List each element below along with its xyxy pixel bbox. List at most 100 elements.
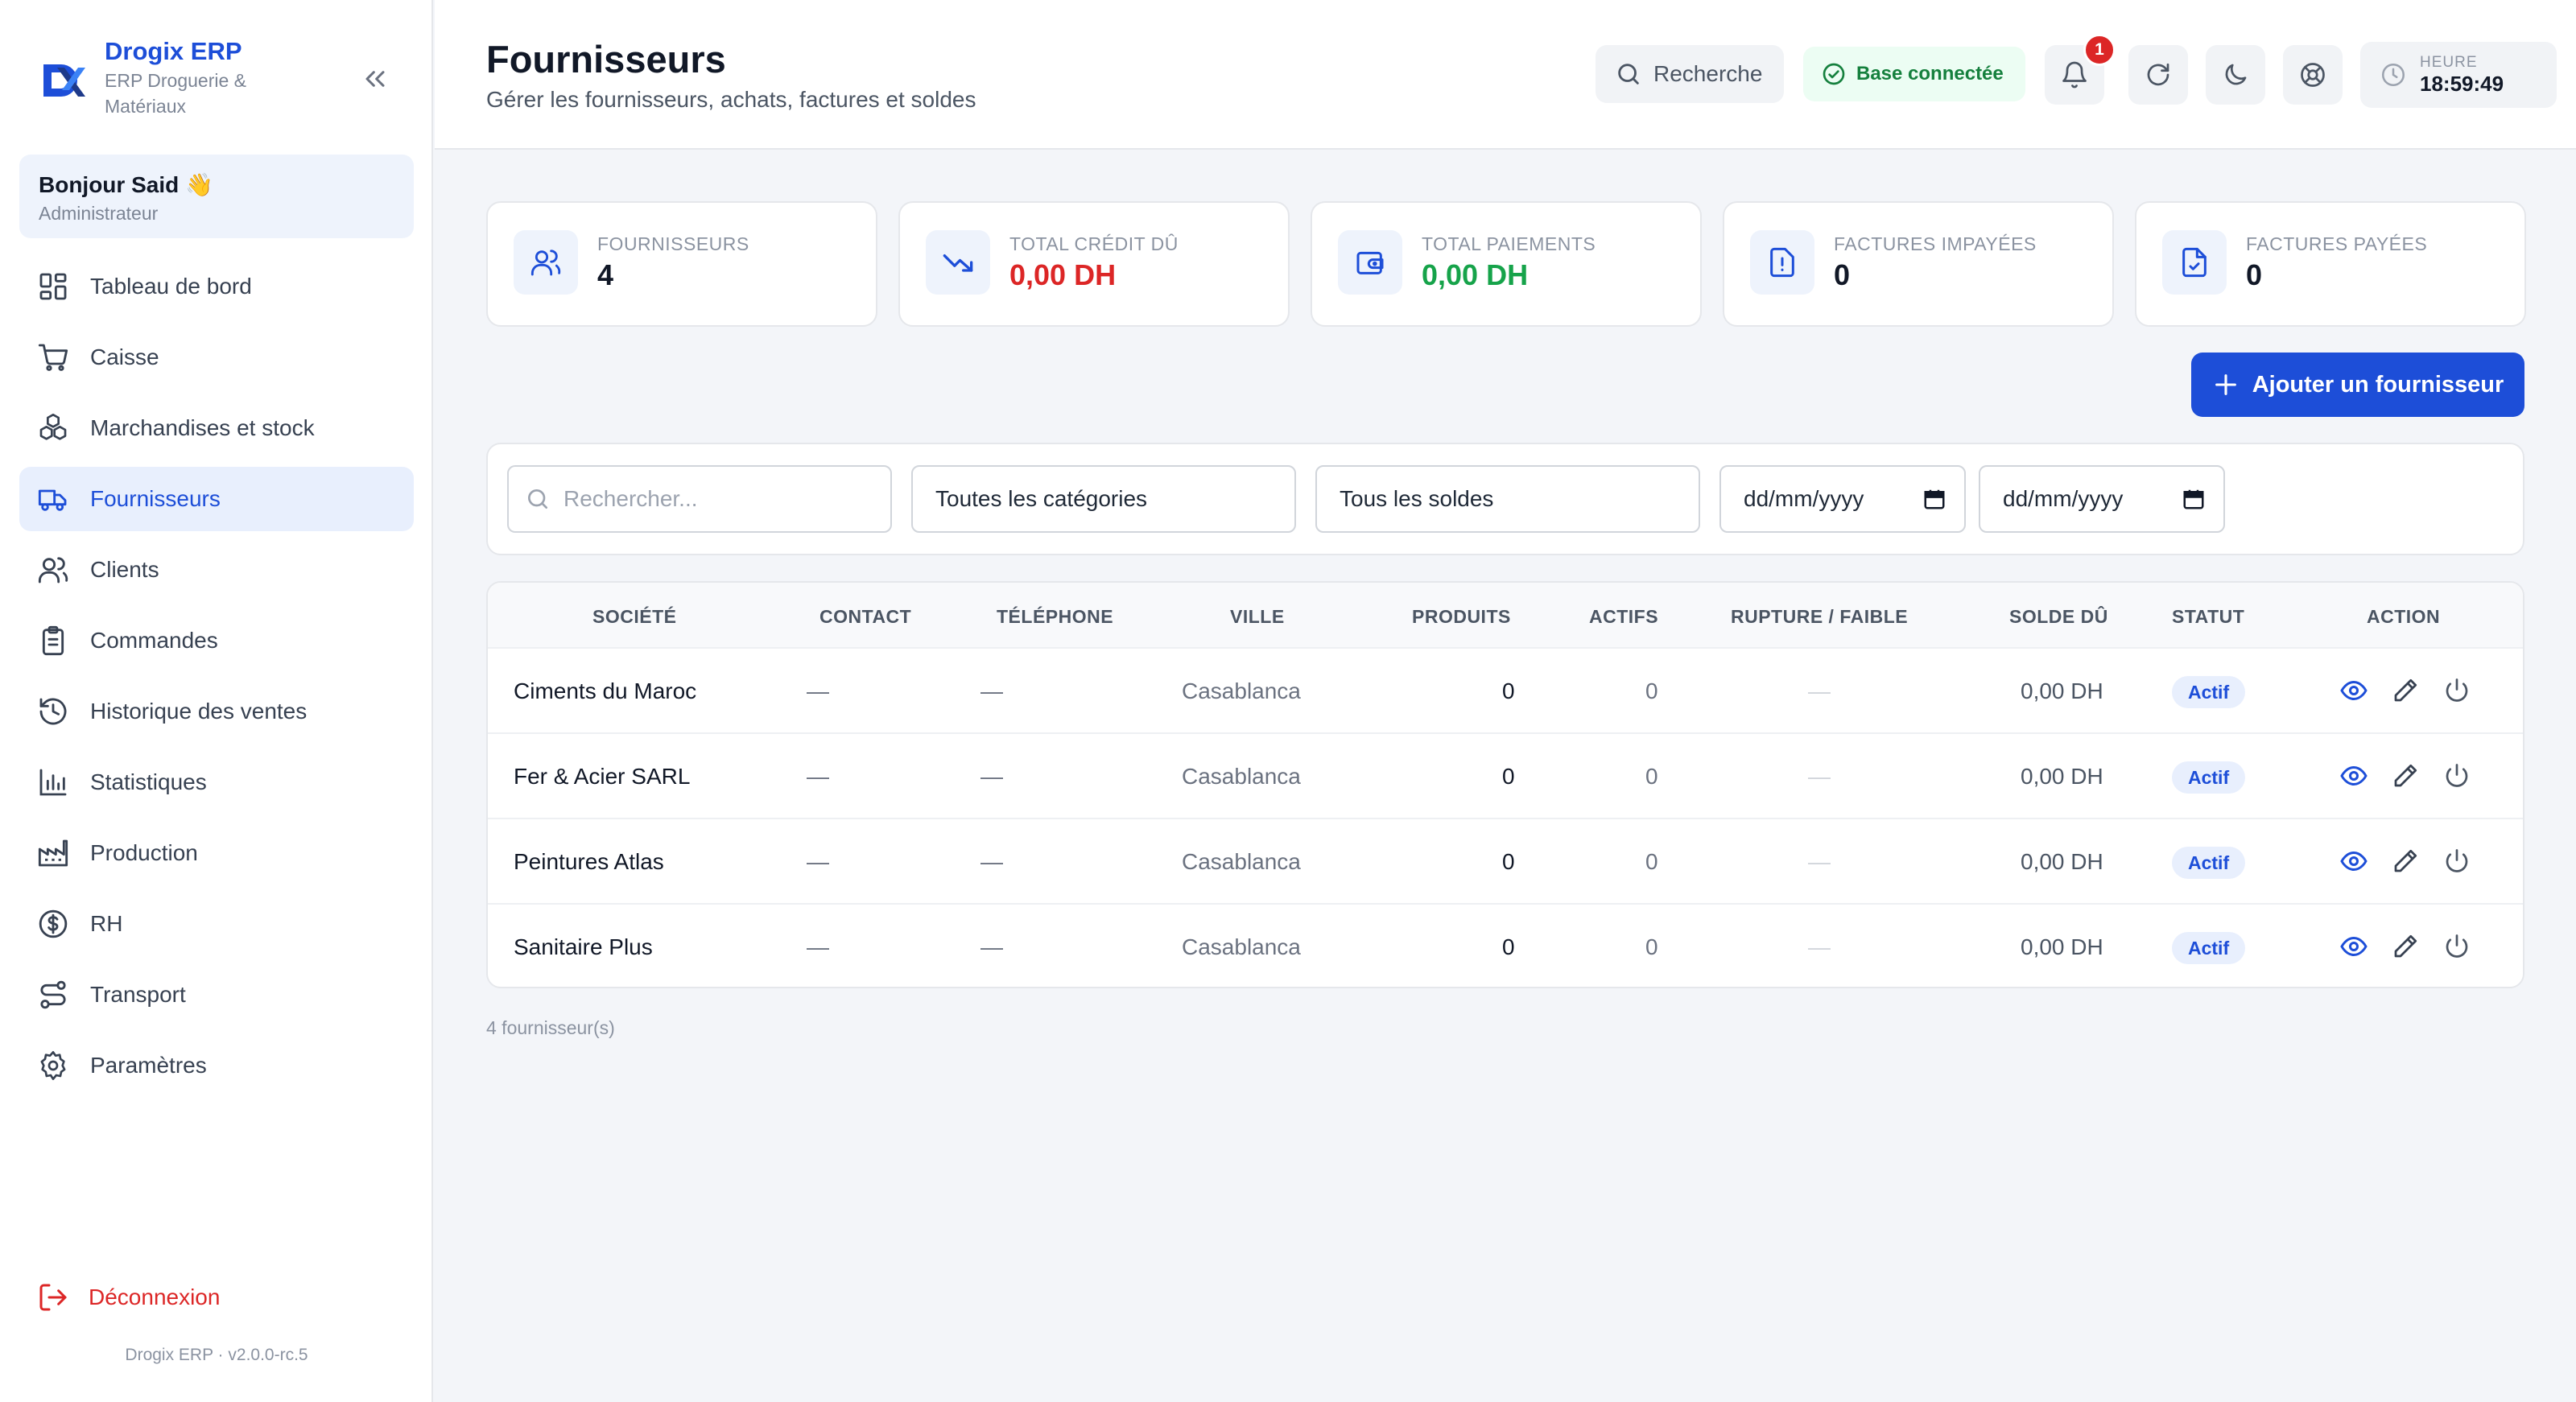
category-select[interactable]: Toutes les catégories	[911, 465, 1296, 533]
date-from-value: dd/mm/yyyy	[1744, 486, 1864, 511]
column-header-actifs[interactable]: Actifs	[1589, 605, 1658, 628]
stat-card-fournisseurs: Fournisseurs 4	[486, 201, 877, 327]
cell-low-stock: —	[1808, 849, 1831, 874]
deactivate-button[interactable]	[2442, 847, 2471, 876]
collapse-sidebar-button[interactable]	[359, 63, 391, 95]
cell-active: 0	[1645, 934, 1658, 959]
cell-active: 0	[1645, 764, 1658, 789]
sidebar-item-label: Paramètres	[90, 1053, 207, 1078]
column-header-societe[interactable]: Société	[592, 605, 676, 628]
user-greeting: Bonjour Said 👋	[39, 172, 213, 197]
sidebar-item-transport[interactable]: Transport	[19, 963, 414, 1027]
global-search-button[interactable]: Recherche	[1596, 45, 1784, 103]
cell-city: Casablanca	[1182, 934, 1301, 959]
status-badge: Actif	[2172, 932, 2246, 964]
status-badge: Actif	[2172, 847, 2246, 879]
stat-icon-box	[514, 230, 578, 295]
app-name: Drogix ERP	[105, 37, 242, 65]
db-status-badge: Base connectée	[1803, 47, 2025, 101]
table-row[interactable]: Ciments du Maroc — — Casablanca 0 0 — 0,…	[488, 647, 2523, 732]
wallet-icon	[1356, 251, 1384, 274]
stat-icon-box	[1750, 230, 1814, 295]
column-header-contact[interactable]: Contact	[819, 605, 911, 628]
sidebar-item-historique[interactable]: Historique des ventes	[19, 679, 414, 744]
status-badge: Actif	[2172, 761, 2246, 794]
sidebar-item-label: Transport	[90, 982, 186, 1007]
help-button[interactable]	[2283, 45, 2343, 105]
cell-phone: —	[980, 764, 1003, 789]
sidebar-item-clients[interactable]: Clients	[19, 538, 414, 602]
cell-active: 0	[1645, 849, 1658, 874]
sidebar-item-stock[interactable]: Marchandises et stock	[19, 396, 414, 460]
column-header-statut[interactable]: Statut	[2172, 605, 2244, 628]
view-button[interactable]	[2339, 932, 2368, 961]
sidebar-item-rh[interactable]: RH	[19, 892, 414, 956]
stat-value: 4	[597, 258, 614, 291]
table-row[interactable]: Sanitaire Plus — — Casablanca 0 0 — 0,00…	[488, 903, 2523, 987]
dark-mode-toggle[interactable]	[2206, 45, 2265, 105]
gear-icon	[40, 1051, 66, 1080]
cell-company: Peintures Atlas	[514, 849, 664, 874]
pencil-icon	[2394, 934, 2417, 958]
deactivate-button[interactable]	[2442, 932, 2471, 961]
deactivate-button[interactable]	[2442, 761, 2471, 790]
logout-button[interactable]: Déconnexion	[37, 1281, 220, 1313]
supplier-count: 4 fournisseur(s)	[486, 1017, 615, 1038]
cell-phone: —	[980, 678, 1003, 703]
edit-button[interactable]	[2391, 676, 2420, 705]
balance-select[interactable]: Tous les soldes	[1315, 465, 1700, 533]
sidebar-item-parametres[interactable]: Paramètres	[19, 1033, 414, 1098]
dashboard-icon	[39, 273, 67, 300]
view-button[interactable]	[2339, 761, 2368, 790]
edit-button[interactable]	[2391, 847, 2420, 876]
column-header-solde[interactable]: Solde dû	[2009, 605, 2108, 628]
deactivate-button[interactable]	[2442, 676, 2471, 705]
sidebar-item-statistiques[interactable]: Statistiques	[19, 750, 414, 814]
supplier-search-input[interactable]: Rechercher...	[507, 465, 892, 533]
column-header-produits[interactable]: Produits	[1412, 605, 1511, 628]
app-version: Drogix ERP · v2.0.0-rc.5	[125, 1346, 308, 1364]
add-supplier-button[interactable]: Ajouter un fournisseur	[2191, 353, 2524, 417]
notifications-button[interactable]: 1	[2045, 34, 2116, 105]
sidebar-item-commandes[interactable]: Commandes	[19, 608, 414, 673]
calendar-icon[interactable]	[2182, 487, 2206, 511]
sidebar-item-label: Tableau de bord	[90, 274, 252, 299]
edit-button[interactable]	[2391, 761, 2420, 790]
sidebar-item-dashboard[interactable]: Tableau de bord	[19, 254, 414, 319]
sidebar-item-production[interactable]: Production	[19, 821, 414, 885]
sidebar-item-fournisseurs[interactable]: Fournisseurs	[19, 467, 414, 531]
stat-label: Fournisseurs	[597, 233, 749, 254]
search-placeholder: Rechercher...	[564, 486, 698, 511]
db-status-text: Base connectée	[1856, 63, 2004, 85]
view-button[interactable]	[2339, 676, 2368, 705]
sidebar-item-label: Fournisseurs	[90, 486, 221, 511]
sidebar-item-caisse[interactable]: Caisse	[19, 325, 414, 390]
cell-phone: —	[980, 934, 1003, 959]
edit-button[interactable]	[2391, 932, 2420, 961]
table-row[interactable]: Fer & Acier SARL — — Casablanca 0 0 — 0,…	[488, 732, 2523, 818]
date-from-input[interactable]: dd/mm/yyyy	[1719, 465, 1966, 533]
truck-icon	[38, 489, 67, 511]
table-row[interactable]: Peintures Atlas — — Casablanca 0 0 — 0,0…	[488, 818, 2523, 903]
stat-label: Factures impayées	[1834, 233, 2037, 254]
column-header-action: Action	[2367, 606, 2441, 627]
brand[interactable]: Drogix ERP ERP Droguerie & Matériaux	[39, 35, 274, 119]
app-subtitle: ERP Droguerie & Matériaux	[105, 70, 246, 117]
cell-low-stock: —	[1808, 678, 1831, 703]
factory-icon	[38, 839, 68, 867]
time-value: 18:59:49	[2420, 72, 2504, 96]
cell-balance: 0,00 DH	[2021, 934, 2103, 959]
calendar-icon[interactable]	[1922, 487, 1946, 511]
refresh-button[interactable]	[2128, 45, 2188, 105]
cell-active: 0	[1645, 678, 1658, 703]
column-header-ville[interactable]: Ville	[1230, 605, 1285, 628]
date-to-input[interactable]: dd/mm/yyyy	[1979, 465, 2225, 533]
sidebar-item-label: Commandes	[90, 628, 218, 653]
column-header-telephone[interactable]: Téléphone	[997, 605, 1113, 628]
eye-icon	[2340, 851, 2368, 872]
clock-widget: HEURE 18:59:49	[2360, 42, 2557, 108]
sidebar-item-label: RH	[90, 911, 123, 936]
column-header-rupture[interactable]: Rupture / Faible	[1731, 605, 1908, 628]
clock-icon	[2381, 63, 2405, 87]
view-button[interactable]	[2339, 847, 2368, 876]
